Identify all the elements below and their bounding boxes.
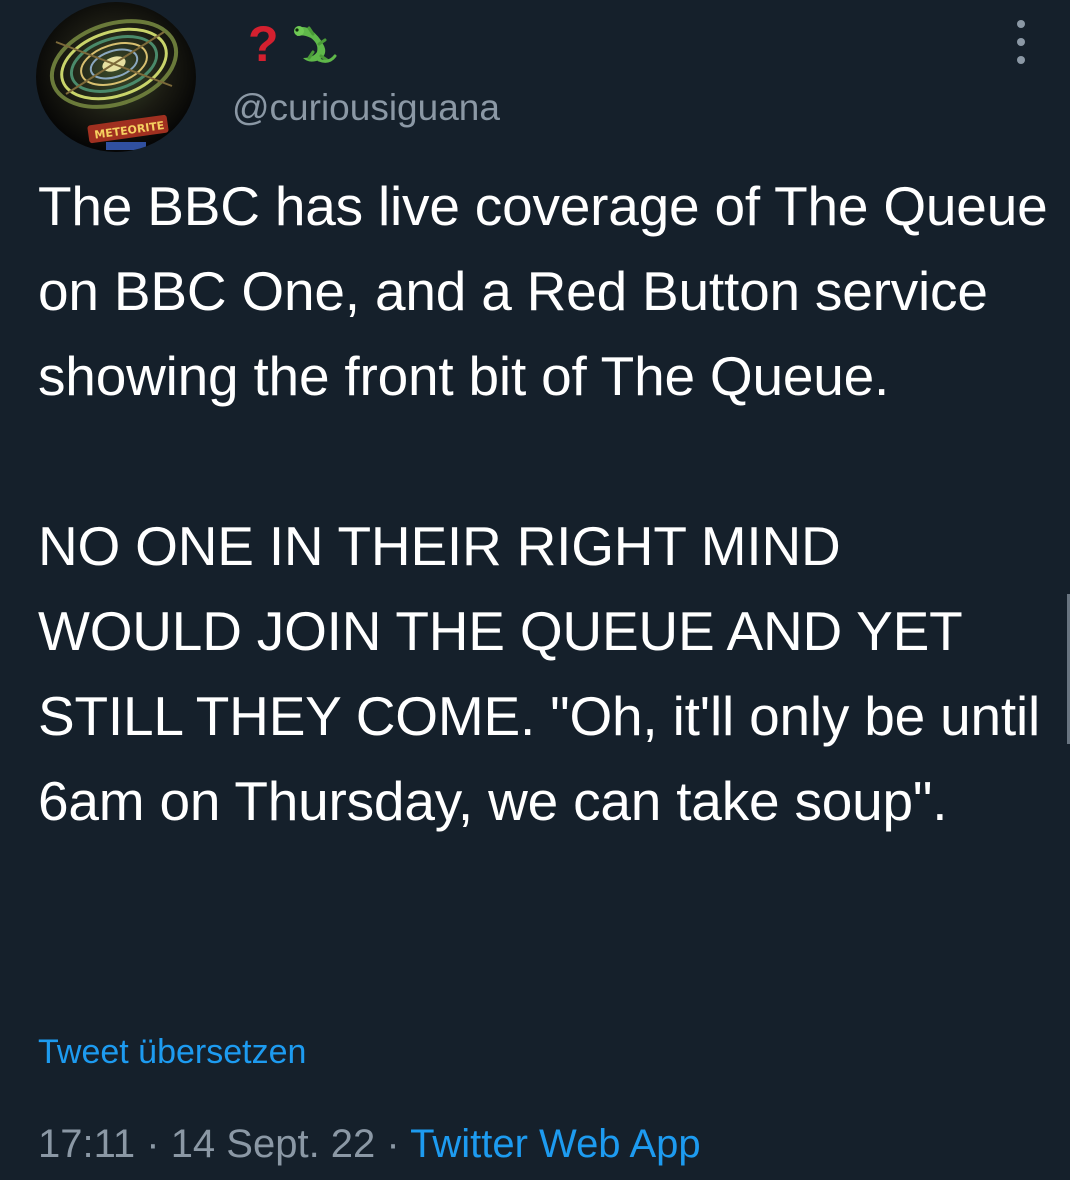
translate-tweet-link[interactable]: Tweet übersetzen xyxy=(38,1032,306,1073)
tweet-paragraph-1: The BBC has live coverage of The Queue o… xyxy=(38,175,1048,407)
more-options-button[interactable] xyxy=(1004,20,1038,64)
avatar-image: METEORITE xyxy=(36,2,196,152)
tweet-time[interactable]: 17:11 xyxy=(38,1122,135,1166)
tweet-paragraph-2: NO ONE IN THEIR RIGHT MIND WOULD JOIN TH… xyxy=(38,515,1041,832)
tweet-meta: 17:11 · 14 Sept. 22 · Twitter Web App xyxy=(38,1120,701,1168)
more-options-icon xyxy=(1017,20,1025,28)
display-name-question-mark: ? xyxy=(248,16,279,72)
meta-separator: · xyxy=(375,1122,411,1166)
lizard-emoji xyxy=(293,26,337,63)
meta-separator: · xyxy=(135,1122,171,1166)
avatar[interactable]: METEORITE xyxy=(36,2,196,152)
author-handle[interactable]: @curiousiguana xyxy=(232,86,500,130)
display-name[interactable]: ? xyxy=(248,14,339,74)
tweet-text: The BBC has live coverage of The Queue o… xyxy=(38,164,1048,844)
tweet-date[interactable]: 14 Sept. 22 xyxy=(171,1122,376,1166)
tweet-source-link[interactable]: Twitter Web App xyxy=(410,1122,701,1166)
